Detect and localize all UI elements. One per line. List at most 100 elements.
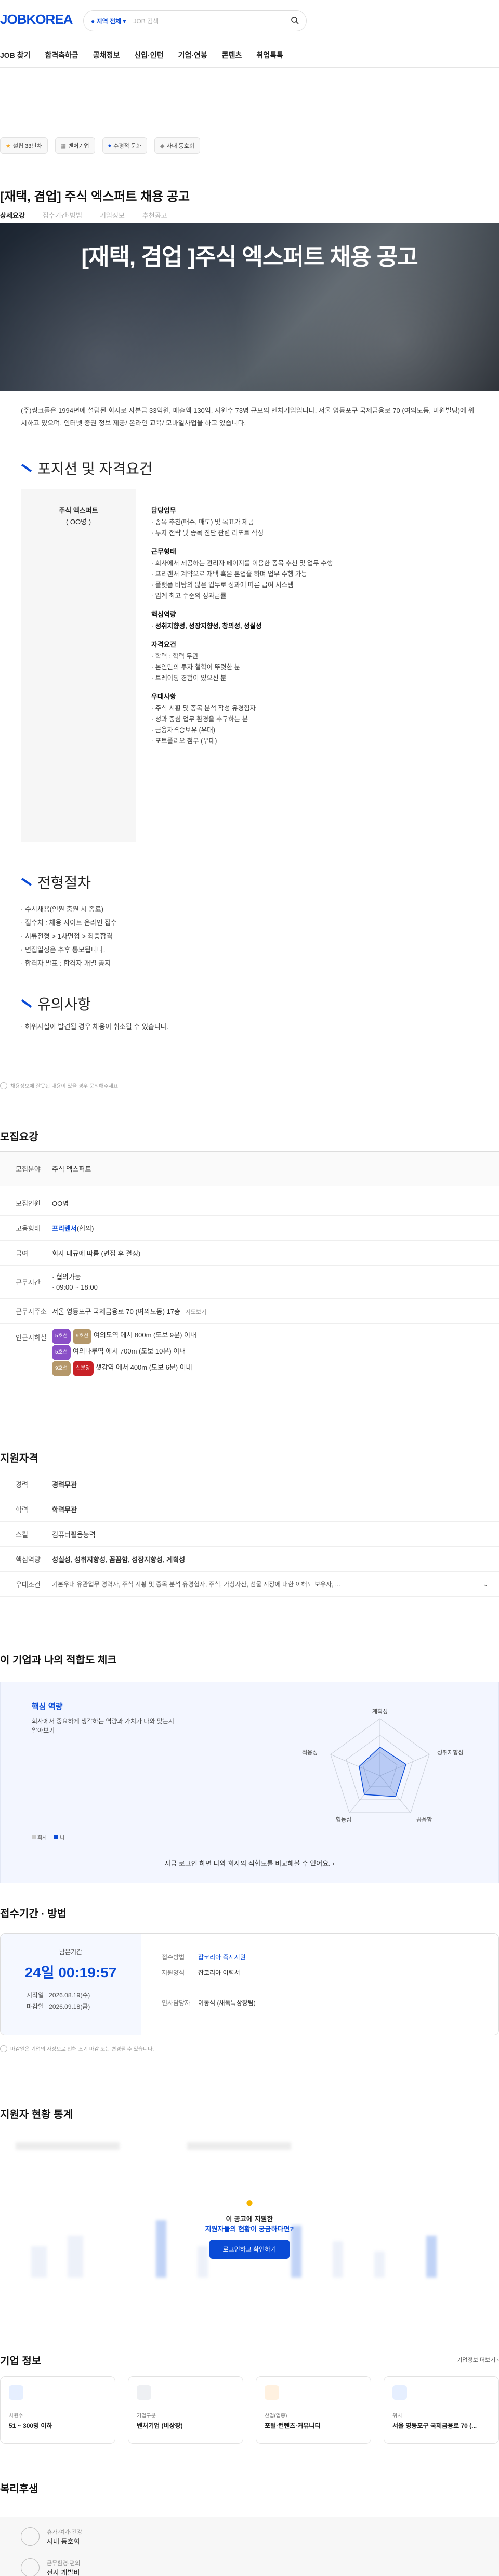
table-row: 스킬 컴퓨터활용능력	[0, 1522, 499, 1547]
group-title: 우대사항	[151, 693, 176, 700]
table-row: 학력 학력무관	[0, 1497, 499, 1522]
info-icon	[0, 2045, 7, 2052]
list-item: 포트폴리오 첨부 (우대)	[151, 736, 463, 747]
table-row: 인근지하철 5호선 9호선 여의도역 에서 800m (도보 9분) 이내 5호선 여…	[0, 1324, 499, 1381]
stats-heading: 지원자 현황 통계	[0, 2109, 73, 2120]
radar-series-me	[359, 1747, 406, 1797]
star-icon: ★	[6, 142, 11, 149]
process-list: 수시채용(인원 충원 시 종료) 접수처 : 채용 사이트 온라인 접수 서류전…	[21, 903, 117, 970]
page-title: [재택, 겸업] 주식 엑스퍼트 채용 공고	[0, 190, 190, 204]
search-bar[interactable]: ● 지역 전체 ▾ JOB 검색	[83, 10, 307, 31]
axis-label: 꼼꼼함	[416, 1816, 432, 1823]
pin-icon: ●	[91, 17, 95, 25]
fit-legend: 회사 나	[32, 1833, 65, 1841]
group-title: 핵심역량	[151, 610, 176, 618]
list-item: 서류전형 > 1차면접 > 최종합격	[21, 930, 117, 943]
search-input[interactable]: JOB 검색	[133, 17, 291, 25]
stats-login-prompt: ● 이 공고에 지원한 지원자들의 현황이 궁금하다면? 로그인하고 확인하기	[0, 2194, 499, 2259]
table-row: 모집인원 OO명	[0, 1191, 499, 1216]
nav-intern[interactable]: 신입·인턴	[134, 50, 163, 60]
briefcase-icon	[265, 2385, 279, 2400]
list-item: 성취지향성, 성장지향성, 창의성, 성실성	[151, 621, 463, 632]
company-more-link[interactable]: 기업정보 더보기 ›	[457, 2356, 499, 2364]
nav-public[interactable]: 공채정보	[93, 50, 120, 60]
map-pin-icon	[392, 2385, 407, 2400]
heart-icon	[21, 2527, 40, 2546]
group-title: 자격요건	[151, 641, 176, 648]
building-icon: ▦	[60, 142, 67, 149]
list-item: 본인만의 투자 철학이 뚜렷한 분	[151, 662, 463, 673]
list-item: 성과 중심 업무 환경을 추구하는 분	[151, 714, 463, 725]
remain-panel: 남은기간 24일 00:19:57 시작일 2026.08.19(수) 마감일 …	[1, 1934, 141, 2035]
info-icon	[0, 1082, 7, 1089]
list-item: 투자 전략 및 종목 진단 관련 리포트 작성	[151, 528, 463, 539]
office-icon	[21, 2558, 40, 2576]
notice-list: 허위사실이 발견될 경우 채용이 취소될 수 있습니다.	[21, 1021, 168, 1031]
company-tags: ★ 설립 33년차 ▦ 벤처기업 ● 수평적 문화 ◆ 사내 동호회	[0, 137, 200, 154]
table-row: 우대조건 기본우대 유관업무 경력자, 주식 시황 및 종목 분석 유경험자, 주…	[0, 1572, 499, 1597]
slash-icon	[21, 464, 32, 472]
role-count: ( OO명 )	[65, 518, 91, 526]
company-card[interactable]: 위치 서울 영등포구 국제금융로 70 (...	[384, 2376, 499, 2444]
table-row: 고용형태 프리랜서(협의)	[0, 1216, 499, 1241]
location-selector[interactable]: ● 지역 전체 ▾	[91, 17, 126, 25]
club-icon: ◆	[160, 142, 165, 149]
apply-method-link[interactable]: 잡코리아 즉시지원	[198, 1954, 246, 1961]
list-item: 허위사실이 발견될 경우 채용이 취소될 수 있습니다.	[21, 1021, 168, 1031]
qual-table: 경력 경력무관 학력 학력무관 스킬 컴퓨터활용능력 핵심역량 성실성, 성취지향성, …	[0, 1472, 499, 1597]
list-item: 업계 최고 수준의 성과급률	[151, 591, 463, 602]
global-nav: JOB 찾기 합격축하금 공채정보 신입·인턴 기업·연봉 콘텐츠 취업톡톡	[0, 50, 283, 60]
map-link[interactable]: 지도보기	[186, 1309, 206, 1316]
stats-panel: ● 이 공고에 지원한 지원자들의 현황이 궁금하다면? 로그인하고 확인하기	[0, 2137, 499, 2293]
list-item: 프리랜서 계약으로 재택 혹은 본업을 하며 업무 수행 가능	[151, 569, 463, 580]
axis-label: 적응성	[302, 1749, 318, 1756]
position-heading: 포지션 및 자격요건	[21, 458, 153, 478]
radar-chart: 계획성 성취지향성 꼼꼼함 협동심 적응성	[302, 1708, 464, 1823]
tag-chip: ● 수평적 문화	[102, 137, 147, 154]
people-icon	[9, 2385, 23, 2400]
list-item: 플랫폼 바탕의 많은 업무로 성과에 따른 급여 시스템	[151, 580, 463, 591]
site-header: JOBKOREA ● 지역 전체 ▾ JOB 검색 JOB 찾기 합격축하금 공…	[0, 0, 499, 68]
tag-chip: ◆ 사내 동호회	[154, 137, 200, 154]
company-card: 산업(업종) 포털·컨텐츠·커뮤니티	[256, 2376, 371, 2444]
jobkorea-logo[interactable]: JOBKOREA	[0, 11, 73, 28]
recruit-table-body: 모집인원 OO명 고용형태 프리랜서(협의) 급여 회사 내규에 따름 (면접 후 결…	[0, 1191, 499, 1381]
login-check-button[interactable]: 로그인하고 확인하기	[209, 2240, 290, 2259]
chevron-down-icon[interactable]: ⌄	[483, 1580, 499, 1589]
position-role-cell: 주식 엑스퍼트 ( OO명 )	[21, 489, 136, 842]
emoji-icon: ●	[245, 2194, 254, 2210]
nav-talk[interactable]: 취업톡톡	[256, 50, 283, 60]
axis-label: 성취지향성	[437, 1749, 464, 1756]
nav-company[interactable]: 기업·연봉	[178, 50, 207, 60]
notice-heading: 유의사항	[21, 993, 91, 1014]
list-item: 면접일정은 추후 통보됩니다.	[21, 943, 117, 957]
fit-login-msg[interactable]: 지금 로그인 하면 나와 회사의 적합도를 비교해볼 수 있어요. ›	[1, 1858, 498, 1868]
list-item: 종목 추천(매수, 매도) 및 목표가 제공	[151, 517, 463, 528]
welfare-heading: 복리후생	[0, 2483, 38, 2495]
slash-icon	[21, 878, 32, 886]
table-row: 근무지주소 서울 영등포구 국제금융로 70 (여의도동) 17층 지도보기	[0, 1299, 499, 1324]
list-item: 회사에서 제공하는 관리자 페이지를 이용한 종목 추천 및 업무 수행	[151, 558, 463, 569]
position-table: 주식 엑스퍼트 ( OO명 ) 담당업무 종목 추천(매수, 매도) 및 목표가…	[21, 489, 478, 842]
people-icon: ●	[108, 142, 112, 149]
table-row: 급여 회사 내규에 따름 (면접 후 결정)	[0, 1241, 499, 1266]
apply-note: 마감일은 기업의 사정으로 인해 조기 마감 또는 변경될 수 있습니다.	[0, 2045, 154, 2052]
hero-title: [재택, 겸업 ]주식 엑스퍼트 채용 공고	[81, 244, 418, 270]
list-item: 수시채용(인원 충원 시 종료)	[21, 903, 117, 916]
search-icon[interactable]	[291, 16, 299, 26]
subway-line: 5호선 9호선 여의도역 에서 800m (도보 9분) 이내	[52, 1328, 499, 1344]
nav-job[interactable]: JOB 찾기	[0, 50, 30, 60]
disclaimer[interactable]: 채용정보에 잘못된 내용이 있을 경우 문의해주세요.	[0, 1082, 120, 1089]
recruit-heading: 모집요강	[0, 1131, 38, 1143]
nav-content[interactable]: 콘텐츠	[222, 50, 242, 60]
company-card: 사원수 51 ~ 300명 이하	[0, 2376, 115, 2444]
table-row: 모집분야 주식 엑스퍼트	[0, 1152, 499, 1186]
group-title: 담당업무	[151, 506, 176, 514]
group-title: 근무형태	[151, 548, 176, 555]
list-item: 주식 시황 및 종목 분석 작성 유경험자	[151, 703, 463, 714]
fit-heading: 이 기업과 나의 적합도 체크	[0, 1655, 117, 1666]
table-row: 근무시간 · 협의가능 · 09:00 ~ 18:00	[0, 1266, 499, 1299]
building-icon	[137, 2385, 151, 2400]
subway-line: 9호선 신분당 샛강역 에서 400m (도보 6분) 이내	[52, 1360, 499, 1376]
nav-bonus[interactable]: 합격축하금	[45, 50, 78, 60]
